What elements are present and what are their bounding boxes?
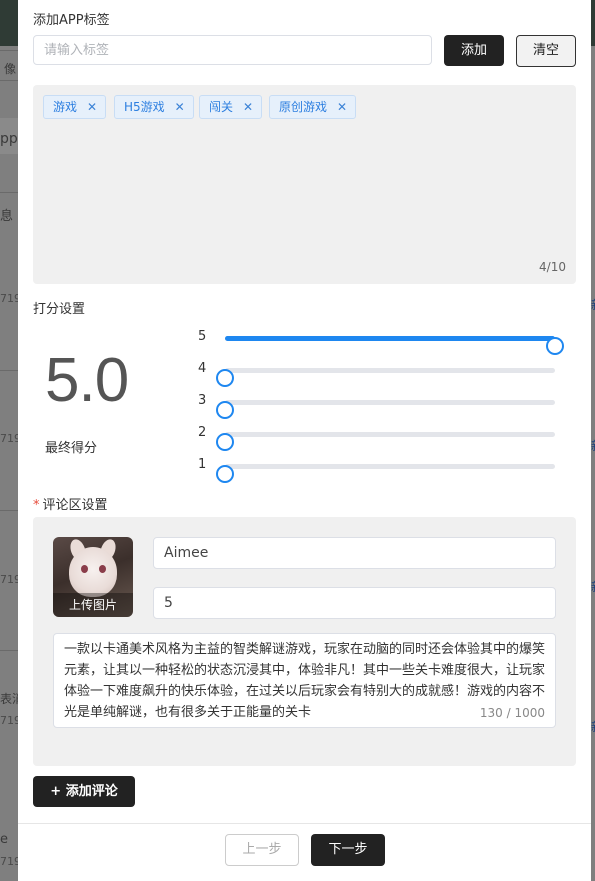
background-link: 新 — [591, 437, 595, 454]
score-section-label: 打分设置 — [33, 302, 86, 317]
rating-slider-2: 2 — [198, 424, 558, 451]
clear-tags-button[interactable]: 清空 — [516, 35, 576, 67]
rating-slider-5: 5 — [198, 328, 564, 355]
final-score: 5.0 — [45, 346, 129, 415]
tag-label: 原创游戏 — [279, 100, 328, 114]
char-counter: 130 / 1000 — [479, 703, 545, 724]
slider-track[interactable] — [216, 368, 555, 387]
comment-section-label: * 评论区设置 — [33, 494, 108, 513]
background-text: 像 — [4, 62, 17, 76]
tag-label: H5游戏 — [124, 100, 165, 114]
slider-track[interactable] — [216, 464, 555, 483]
slider-handle[interactable] — [216, 401, 234, 419]
background-text: 息 — [0, 209, 14, 224]
slider-track[interactable] — [225, 336, 564, 355]
commenter-name-field[interactable]: Aimee — [153, 537, 556, 569]
slider-handle[interactable] — [216, 369, 234, 387]
tag-label: 闯关 — [209, 100, 234, 114]
rating-slider-4: 4 — [198, 360, 558, 387]
slider-handle[interactable] — [216, 465, 234, 483]
tag-chip: 游戏 ✕ — [43, 95, 107, 119]
tag-chip: 闯关 ✕ — [199, 95, 263, 119]
remove-tag-icon[interactable]: ✕ — [87, 100, 97, 114]
background-link: 新 — [591, 578, 595, 595]
slider-track[interactable] — [216, 400, 555, 419]
rating-slider-1: 1 — [198, 456, 558, 483]
slider-label: 4 — [198, 361, 207, 376]
background-header-right — [591, 0, 595, 46]
add-tag-button[interactable]: 添加 — [444, 35, 504, 66]
tag-input[interactable] — [33, 35, 432, 65]
slider-label: 2 — [198, 425, 207, 440]
slider-label: 5 — [198, 329, 207, 344]
comment-text: 一款以卡通美术风格为主益的智类解谜游戏，玩家在动脑的同时还会体验其中的爆笑元素，… — [64, 642, 546, 720]
tag-label: 游戏 — [53, 100, 78, 114]
remove-tag-icon[interactable]: ✕ — [337, 100, 347, 114]
slider-track[interactable] — [216, 432, 555, 451]
comment-textarea[interactable]: 一款以卡通美术风格为主益的智类解谜游戏，玩家在动脑的同时还会体验其中的爆笑元素，… — [53, 633, 556, 728]
background-link: 新 — [591, 718, 595, 735]
remove-tag-icon[interactable]: ✕ — [175, 100, 185, 114]
rating-slider-3: 3 — [198, 392, 558, 419]
final-score-caption: 最终得分 — [45, 441, 98, 456]
comment-panel: 上传图片 Aimee 5 一款以卡通美术风格为主益的智类解谜游戏，玩家在动脑的同… — [33, 517, 576, 766]
add-comment-button[interactable]: + 添加评论 — [33, 776, 135, 807]
background-text: e — [0, 832, 8, 847]
slider-label: 1 — [198, 457, 207, 472]
background-link: 新 — [591, 296, 595, 313]
tag-count: 4/10 — [539, 260, 566, 274]
prev-step-button[interactable]: 上一步 — [225, 834, 299, 866]
comment-score-field[interactable]: 5 — [153, 587, 556, 619]
upload-image-label: 上传图片 — [53, 593, 133, 617]
background-header — [0, 0, 18, 46]
slider-handle[interactable] — [216, 433, 234, 451]
tags-section-label: 添加APP标签 — [33, 13, 110, 28]
required-mark: * — [33, 498, 40, 513]
tag-chip: H5游戏 ✕ — [114, 95, 194, 119]
footer-divider — [18, 823, 591, 824]
next-step-button[interactable]: 下一步 — [311, 834, 385, 866]
slider-fill — [225, 336, 555, 341]
slider-label: 3 — [198, 393, 207, 408]
tag-chip: 原创游戏 ✕ — [269, 95, 357, 119]
edit-app-modal: 添加APP标签 添加 清空 游戏 ✕ H5游戏 ✕ 闯关 ✕ 原创游戏 ✕ 4/10 打… — [18, 0, 591, 881]
remove-tag-icon[interactable]: ✕ — [243, 100, 253, 114]
slider-handle[interactable] — [546, 337, 564, 355]
avatar-upload[interactable]: 上传图片 — [53, 537, 133, 617]
tags-panel: 游戏 ✕ H5游戏 ✕ 闯关 ✕ 原创游戏 ✕ 4/10 — [33, 85, 576, 284]
comment-section-title: 评论区设置 — [42, 498, 108, 513]
